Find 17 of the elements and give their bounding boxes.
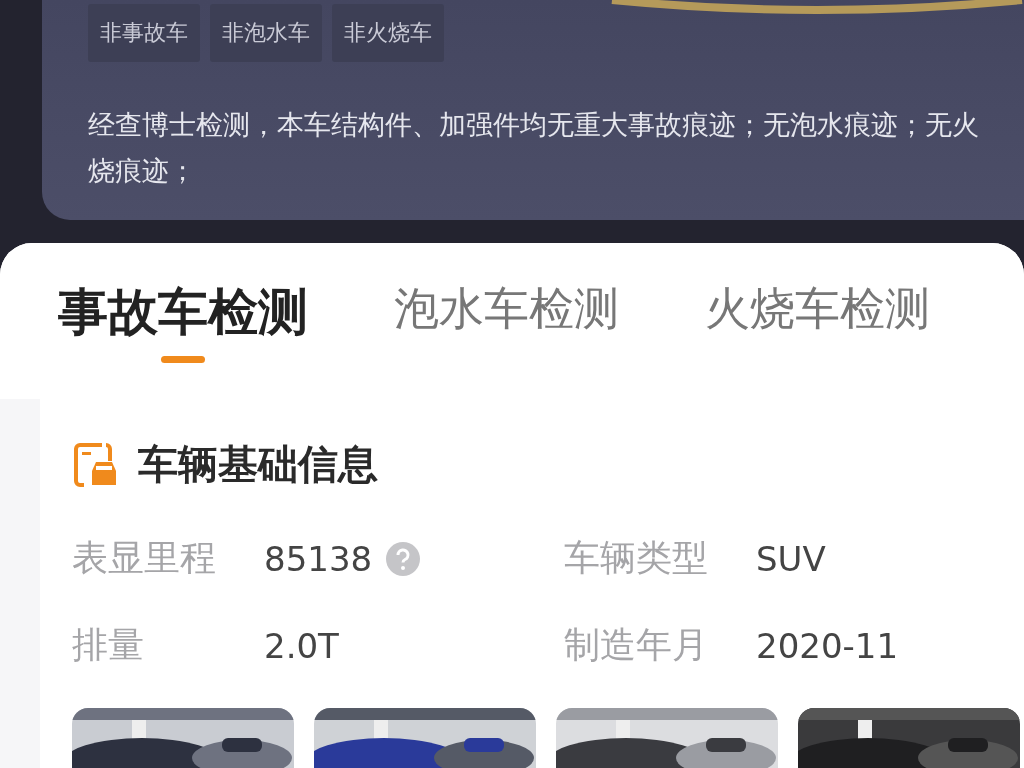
help-icon[interactable] bbox=[386, 541, 421, 576]
status-tag: 非泡水车 bbox=[210, 4, 322, 62]
field-value: 85138 bbox=[264, 538, 373, 579]
field-value: 2020-11 bbox=[756, 625, 899, 666]
summary-text: 经查博士检测，本车结构件、加强件均无重大事故痕迹；无泡水痕迹；无火烧痕迹； bbox=[88, 108, 980, 188]
field-label: 制造年月 bbox=[564, 623, 709, 667]
field-value: SUV bbox=[756, 538, 826, 579]
tab[interactable]: 事故车检测 bbox=[58, 243, 308, 363]
status-tag: 非火烧车 bbox=[332, 4, 444, 62]
tab[interactable]: 泡水车检测 bbox=[394, 243, 619, 339]
field-label: 车辆类型 bbox=[564, 536, 709, 580]
status-tag: 非事故车 bbox=[88, 4, 200, 62]
field-label: 表显里程 bbox=[72, 536, 217, 580]
card-title: 车辆基础信息 bbox=[138, 440, 378, 489]
field-value: 2.0T bbox=[264, 625, 339, 666]
field-label: 排量 bbox=[72, 623, 145, 667]
tab[interactable]: 火烧车检测 bbox=[705, 243, 930, 339]
